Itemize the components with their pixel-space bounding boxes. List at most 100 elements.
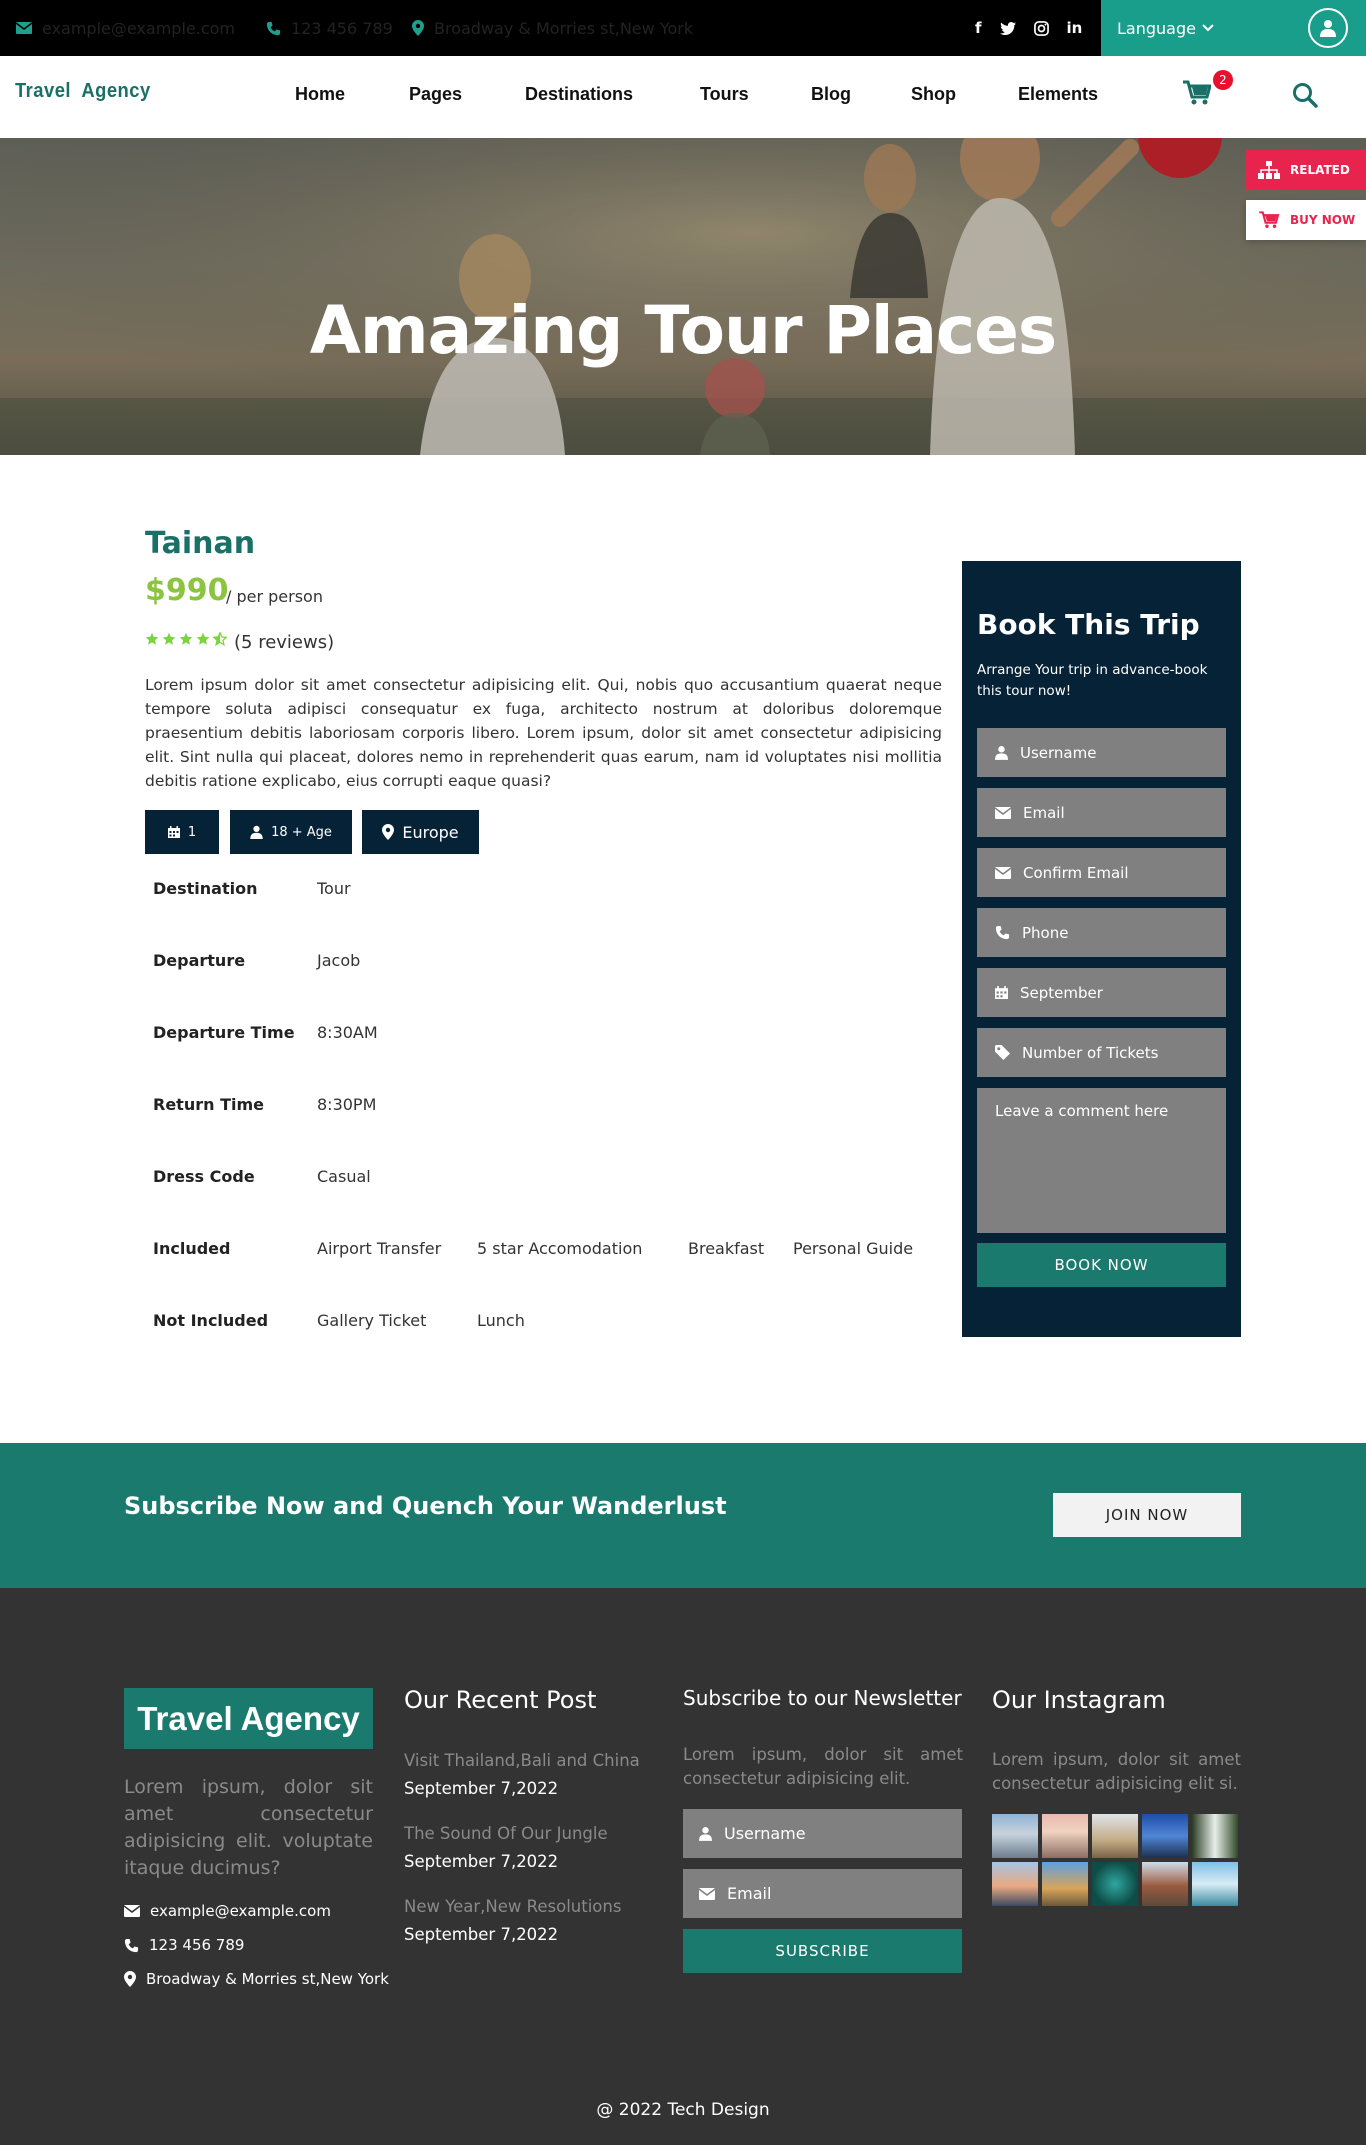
footer-email[interactable]: example@example.com (124, 1902, 331, 1920)
booking-subtitle: Arrange Your trip in advance-book this t… (977, 662, 1208, 699)
top-email[interactable]: example@example.com (16, 0, 235, 56)
map-pin-icon (124, 1971, 136, 1987)
nav-destinations[interactable]: Destinations (525, 84, 633, 105)
instagram-heading: Our Instagram (992, 1686, 1166, 1714)
star-icon (145, 632, 159, 645)
phone-field[interactable]: Phone (977, 908, 1226, 957)
account-button[interactable] (1290, 0, 1366, 56)
chevron-down-icon (1202, 24, 1214, 32)
month-field[interactable]: September (977, 968, 1226, 1017)
post-date: September 7,2022 (404, 1779, 559, 1798)
mail-icon (699, 1887, 715, 1900)
instagram-photo[interactable] (1142, 1814, 1188, 1858)
nav-home[interactable]: Home (295, 84, 345, 105)
age-chip: 18 + Age (230, 810, 352, 854)
phone-icon (124, 1938, 139, 1952)
post-title[interactable]: The Sound Of Our Jungle (404, 1824, 608, 1843)
instagram-photo[interactable] (1042, 1814, 1088, 1858)
footer-logo[interactable]: Travel Agency (124, 1688, 373, 1749)
nav-elements[interactable]: Elements (1018, 84, 1098, 105)
cart-icon[interactable] (1183, 80, 1211, 106)
days-chip: 1 (145, 810, 219, 854)
top-address[interactable]: Broadway & Morries st,New York (412, 0, 693, 56)
join-now-button[interactable]: JOIN NOW (1053, 1493, 1241, 1537)
star-half-icon (213, 632, 227, 646)
facebook-icon[interactable]: f (975, 19, 982, 37)
footer-phone-text: 123 456 789 (149, 1936, 245, 1954)
instagram-icon[interactable] (1033, 20, 1049, 36)
instagram-photo[interactable] (1042, 1862, 1088, 1906)
mail-icon (16, 22, 32, 34)
instagram-photo[interactable] (1192, 1814, 1238, 1858)
instagram-photo[interactable] (1092, 1862, 1138, 1906)
detail-value: 8:30PM (317, 1095, 377, 1114)
footer-about: Lorem ipsum, dolor sit amet consectetur … (124, 1776, 373, 1879)
detail-value: Breakfast (688, 1239, 765, 1258)
detail-label: Dress Code (153, 1167, 255, 1186)
footer-email-text: example@example.com (150, 1902, 331, 1920)
instagram-photo[interactable] (1142, 1862, 1188, 1906)
post-title[interactable]: Visit Thailand,Bali and China (404, 1751, 640, 1770)
days-value: 1 (187, 824, 197, 840)
cart-count-badge: 2 (1213, 70, 1233, 90)
newsletter-email-placeholder: Email (727, 1884, 772, 1903)
footer-phone[interactable]: 123 456 789 (124, 1936, 244, 1954)
phone-icon (995, 925, 1010, 940)
recent-posts-heading: Our Recent Post (404, 1686, 597, 1714)
user-icon (250, 825, 263, 839)
main-nav (0, 56, 1366, 138)
detail-value: Personal Guide (793, 1239, 914, 1258)
post-date: September 7,2022 (404, 1925, 559, 1944)
top-phone[interactable]: 123 456 789 (266, 0, 393, 56)
instagram-text: Lorem ipsum, dolor sit amet consectetur … (992, 1750, 1241, 1793)
detail-label: Departure (153, 951, 246, 970)
review-count[interactable]: (5 reviews) (234, 632, 334, 653)
nav-blog[interactable]: Blog (811, 84, 851, 105)
region-value: Europe (402, 822, 459, 842)
map-pin-icon (412, 20, 424, 36)
twitter-icon[interactable] (999, 21, 1016, 35)
post-title[interactable]: New Year,New Resolutions (404, 1897, 621, 1916)
detail-value: Airport Transfer (317, 1239, 442, 1258)
detail-label: Return Time (153, 1095, 264, 1114)
phone-icon (266, 21, 281, 35)
confirm-email-placeholder: Confirm Email (1023, 863, 1129, 882)
detail-label: Not Included (153, 1311, 269, 1330)
confirm-email-field[interactable]: Confirm Email (977, 848, 1226, 897)
comment-textarea[interactable]: Leave a comment here (977, 1088, 1226, 1233)
star-icon (196, 632, 210, 645)
top-phone-text: 123 456 789 (291, 18, 393, 38)
detail-value: Casual (317, 1167, 371, 1186)
nav-tours[interactable]: Tours (700, 84, 749, 105)
subscribe-button[interactable]: SUBSCRIBE (683, 1929, 962, 1973)
newsletter-email-field[interactable]: Email (683, 1869, 962, 1918)
tickets-field[interactable]: Number of Tickets (977, 1028, 1226, 1077)
instagram-photo[interactable] (1192, 1862, 1238, 1906)
language-dropdown[interactable]: Language (1101, 0, 1290, 56)
newsletter-username-field[interactable]: Username (683, 1809, 962, 1858)
email-field[interactable]: Email (977, 788, 1226, 837)
detail-value: 5 star Accomodation (477, 1239, 643, 1258)
buy-now-tab[interactable]: BUY NOW (1246, 200, 1366, 240)
instagram-photo[interactable] (992, 1862, 1038, 1906)
nav-shop[interactable]: Shop (911, 84, 956, 105)
username-field[interactable]: Username (977, 728, 1226, 777)
nav-pages[interactable]: Pages (409, 84, 462, 105)
linkedin-icon[interactable]: in (1067, 19, 1083, 37)
footer-address-text: Broadway & Morries st,New York (146, 1970, 389, 1988)
search-icon[interactable] (1292, 82, 1318, 108)
instagram-photo[interactable] (1092, 1814, 1138, 1858)
site-logo[interactable]: Travel Agency (15, 80, 151, 103)
footer-address[interactable]: Broadway & Morries st,New York (124, 1970, 389, 1988)
instagram-photo[interactable] (992, 1814, 1038, 1858)
detail-value: Jacob (317, 951, 361, 970)
detail-value: Lunch (477, 1311, 525, 1330)
book-now-button[interactable]: BOOK NOW (977, 1243, 1226, 1287)
top-email-text: example@example.com (42, 18, 235, 38)
copyright: @ 2022 Tech Design (596, 2100, 770, 2120)
detail-label: Departure Time (153, 1023, 295, 1042)
user-icon (699, 1827, 712, 1841)
calendar-icon (995, 986, 1008, 999)
related-tab[interactable]: RELATED (1246, 150, 1366, 190)
tickets-placeholder: Number of Tickets (1022, 1043, 1159, 1062)
